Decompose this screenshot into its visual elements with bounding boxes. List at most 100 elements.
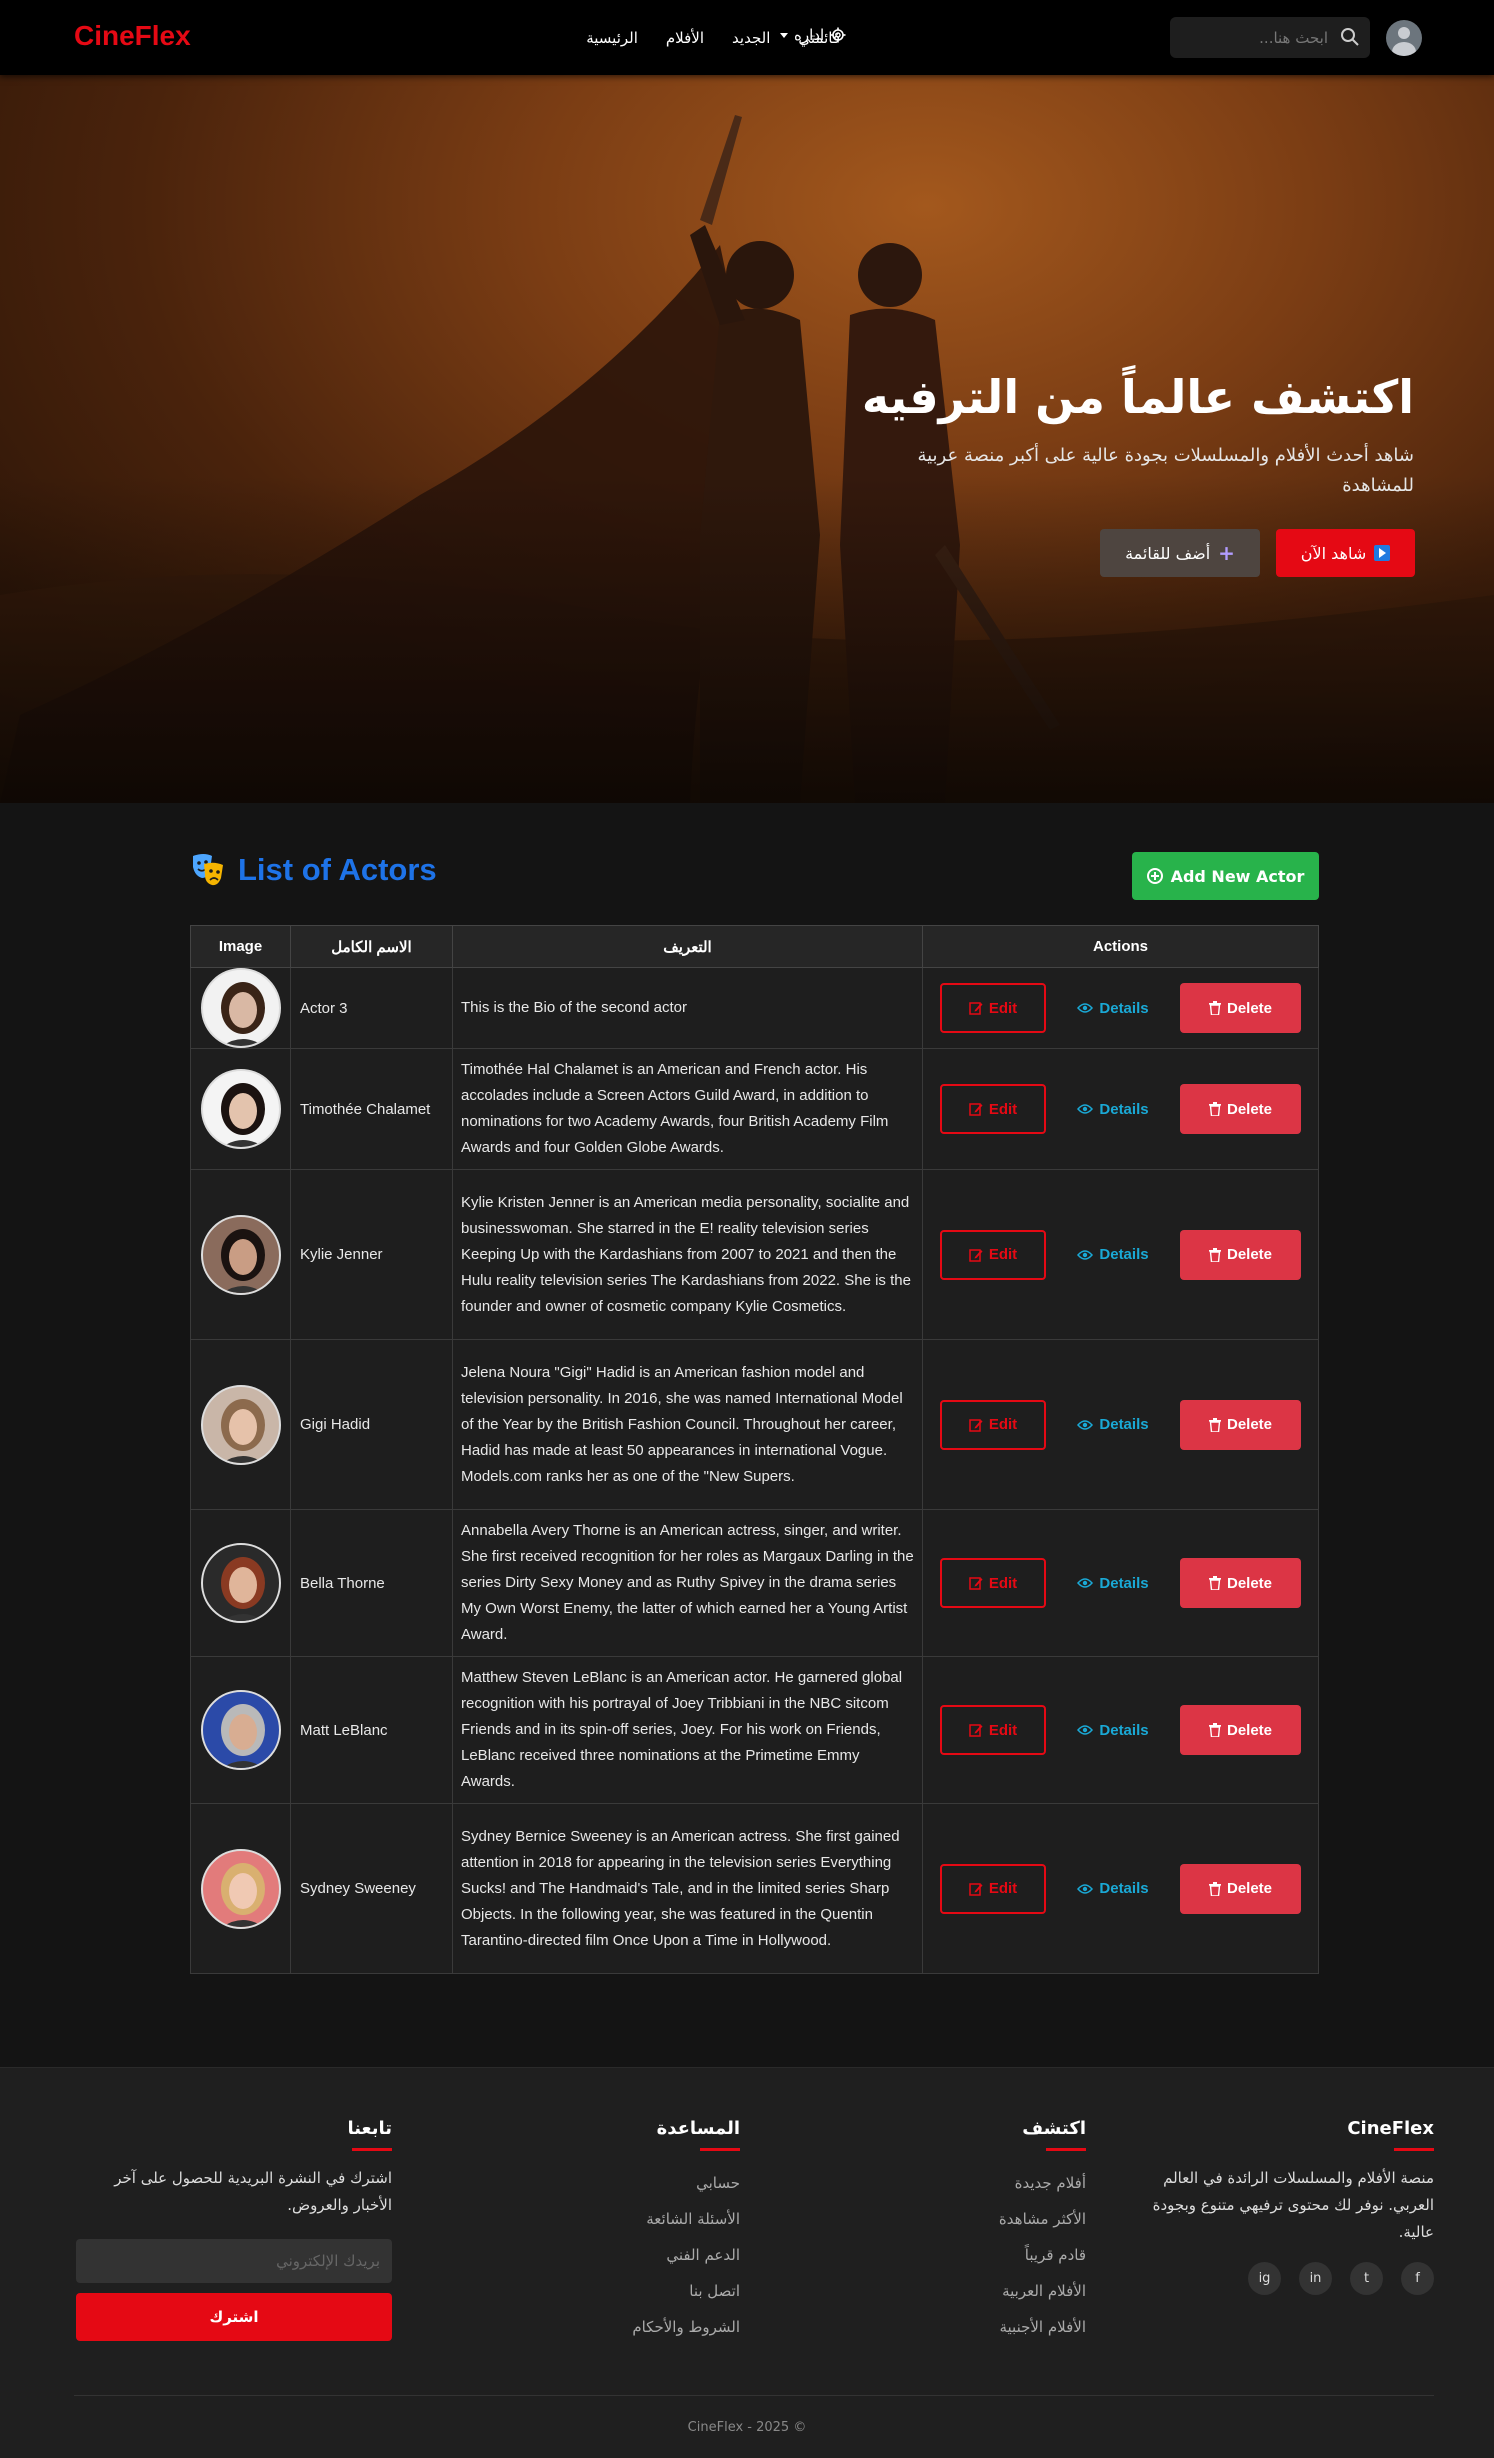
details-button[interactable]: Details [1063,1705,1163,1755]
actor-photo [200,1069,281,1149]
play-icon [1374,545,1391,561]
eye-icon [1077,1419,1094,1430]
delete-label: Delete [1226,1246,1273,1263]
delete-button[interactable]: Delete [1180,1084,1301,1134]
column-header-bio: التعريف [452,925,923,968]
edit-button[interactable]: Edit [940,1863,1046,1914]
actor-photo-cell [190,1339,291,1510]
footer-follow-text: اشترك في النشرة البريدية للحصول على آخر … [114,2169,392,2214]
footer-link-support[interactable]: الدعم الفني [540,2237,740,2273]
actor-actions: Edit Details Delete [922,967,1319,1049]
watch-now-button[interactable]: شاهد الآن [1276,529,1415,577]
details-label: Details [1099,1246,1149,1263]
theater-masks-icon [193,854,223,886]
footer-help: المساعدة حسابي الأسئلة الشائعة الدعم الف… [540,2118,741,2345]
details-button[interactable]: Details [1063,983,1163,1033]
details-button[interactable]: Details [1063,1230,1163,1280]
search-input[interactable] [1178,17,1328,58]
footer-link-coming-soon[interactable]: قادم قريباً [886,2237,1086,2273]
details-button[interactable]: Details [1063,1558,1163,1608]
details-label: Details [1099,1416,1149,1433]
eye-icon [1077,1104,1094,1114]
delete-label: Delete [1226,1721,1273,1739]
edit-button[interactable]: Edit [940,1084,1046,1134]
page-title: List of Actors [238,852,437,887]
footer-follow-title: تابعنا [347,2118,392,2151]
edit-button[interactable]: Edit [940,1558,1046,1608]
details-button[interactable]: Details [1063,1400,1163,1450]
nav-link-movies[interactable]: الأفلام [666,29,704,47]
delete-button[interactable]: Delete [1180,983,1301,1033]
footer-link-my-account[interactable]: حسابي [540,2165,740,2201]
facebook-icon[interactable]: f [1401,2262,1434,2295]
edit-icon [969,1577,983,1590]
footer-link-terms[interactable]: الشروط والأحكام [540,2309,740,2345]
edit-icon [969,1724,983,1737]
details-button[interactable]: Details [1063,1864,1163,1914]
trash-icon [1208,1576,1221,1590]
brand-logo[interactable]: CineFlex [74,20,191,52]
actor-bio: Timothée Hal Chalamet is an American and… [452,1048,923,1170]
actor-photo [200,1848,281,1929]
delete-label: Delete [1226,1574,1273,1592]
subscribe-button[interactable]: اشترك [76,2293,392,2341]
add-to-list-button[interactable]: + أضف للقائمة [1100,529,1260,577]
actor-name: Actor 3 [290,967,453,1049]
actor-actions: Edit Details Delete [922,1169,1319,1340]
table-row: Gigi Hadid Jelena Noura "Gigi" Hadid is a… [190,1339,1319,1510]
linkedin-icon[interactable]: in [1299,2262,1332,2295]
footer-link-foreign-movies[interactable]: الأفلام الأجنبية [886,2309,1086,2345]
footer-link-arabic-movies[interactable]: الأفلام العربية [886,2273,1086,2309]
edit-label: Edit [988,1100,1018,1118]
delete-button[interactable]: Delete [1180,1229,1301,1280]
search-icon[interactable] [1340,27,1360,47]
trash-icon [1208,1723,1221,1737]
hero-banner: اكتشف عالماً من الترفيه شاهد أحدث الأفلا… [0,75,1494,803]
footer-link-contact[interactable]: اتصل بنا [540,2273,740,2309]
twitter-icon[interactable]: t [1350,2262,1383,2295]
footer-about-text: منصة الأفلام والمسلسلات الرائدة في العال… [1152,2169,1434,2241]
details-button[interactable]: Details [1063,1084,1163,1134]
actor-photo [200,1384,281,1465]
footer-follow: تابعنا اشترك في النشرة البريدية للحصول ع… [74,2118,392,2341]
actor-photo [200,1690,281,1770]
edit-button[interactable]: Edit [940,1399,1046,1450]
social-links: f t in ig [1114,2262,1434,2295]
eye-icon [1077,1883,1094,1894]
footer-link-most-watched[interactable]: الأكثر مشاهدة [886,2201,1086,2237]
add-new-actor-label: Add New Actor [1170,866,1305,886]
plus-icon: + [1218,541,1235,565]
delete-button[interactable]: Delete [1180,1399,1301,1450]
instagram-icon[interactable]: ig [1248,2262,1281,2295]
newsletter-email-input[interactable] [76,2239,392,2283]
trash-icon [1208,1247,1221,1262]
footer-link-faq[interactable]: الأسئلة الشائعة [540,2201,740,2237]
delete-button[interactable]: Delete [1180,1705,1301,1755]
nav-link-new[interactable]: الجديد [732,29,770,47]
column-header-name: الاسم الكامل [290,925,453,968]
section-heading: List of Actors [190,852,437,888]
actors-table: Image الاسم الكامل التعريف Actions Actor… [190,925,1319,1974]
edit-button[interactable]: Edit [940,1705,1046,1755]
actor-name: Sydney Sweeney [290,1803,453,1974]
navbar: CineFlex اداره قائمتي الجديد الأفلام الر… [0,0,1494,75]
actor-bio: Annabella Avery Thorne is an American ac… [452,1509,923,1657]
user-avatar[interactable] [1386,20,1422,56]
actor-name: Kylie Jenner [290,1169,453,1340]
nav-link-home[interactable]: الرئيسية [586,29,638,47]
footer-explore-title: اكتشف [1022,2118,1086,2151]
actor-photo-cell [190,1048,291,1170]
delete-button[interactable]: Delete [1180,1558,1301,1608]
details-label: Details [1099,1100,1149,1118]
table-row: Bella Thorne Annabella Avery Thorne is an… [190,1509,1319,1657]
edit-button[interactable]: Edit [940,1229,1046,1280]
trash-icon [1208,1001,1221,1015]
nav-link-mylist[interactable]: قائمتي [798,29,840,47]
copyright-text: CineFlex - 2025 © [687,2420,807,2435]
edit-button[interactable]: Edit [940,983,1046,1033]
footer-link-new-movies[interactable]: أفلام جديدة [886,2165,1086,2201]
delete-button[interactable]: Delete [1180,1863,1301,1914]
add-new-actor-button[interactable]: Add New Actor [1132,852,1319,900]
watch-now-label: شاهد الآن [1300,543,1367,563]
actor-actions: Edit Details Delete [922,1339,1319,1510]
